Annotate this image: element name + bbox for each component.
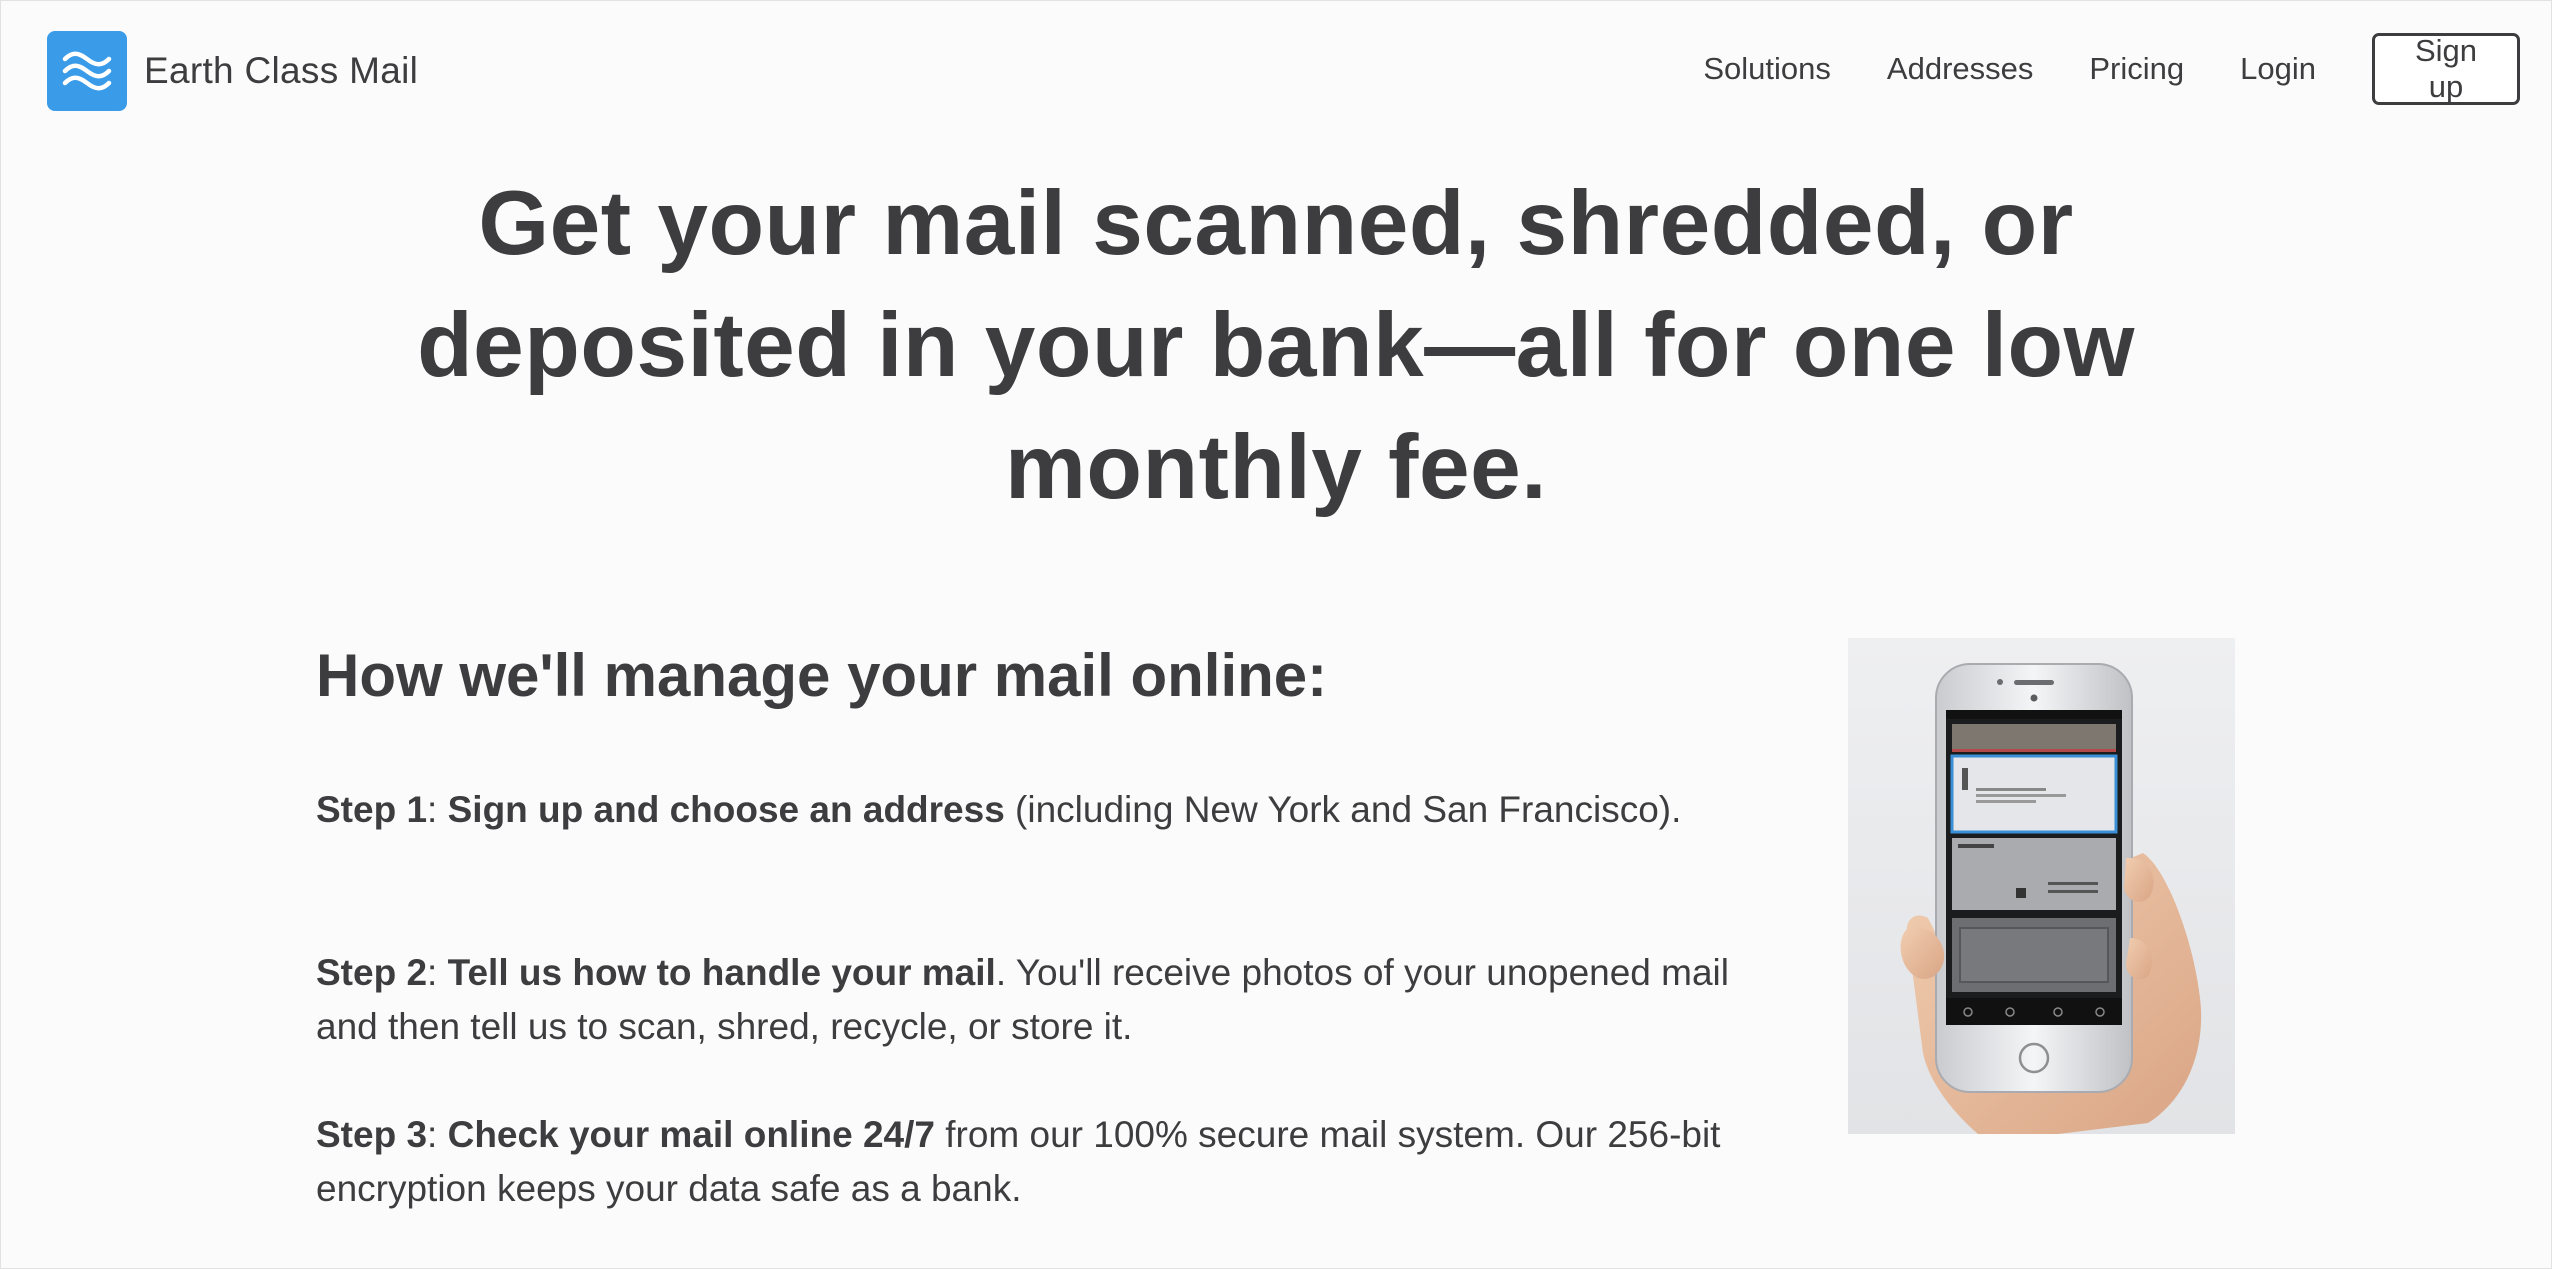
step-2: Step 2: Tell us how to handle your mail.… (316, 952, 1729, 1047)
step-3-label: Step 3 (316, 1114, 428, 1155)
nav-pricing[interactable]: Pricing (2089, 51, 2184, 87)
nav-login[interactable]: Login (2240, 51, 2316, 87)
how-it-works-heading: How we'll manage your mail online: (316, 642, 1328, 709)
phone-in-hand-illustration (1848, 638, 2235, 1134)
nav-addresses[interactable]: Addresses (1887, 51, 2033, 87)
step-3-title: Check your mail online 24/7 (447, 1114, 935, 1155)
nav-solutions[interactable]: Solutions (1703, 51, 1831, 87)
step-2-title: Tell us how to handle your mail (447, 952, 996, 993)
hero-title: Get your mail scanned, shredded, or depo… (417, 173, 2135, 518)
logo-link[interactable]: Earth Class Mail (47, 31, 418, 111)
site-header: Earth Class Mail Solutions Addresses Pri… (0, 0, 2552, 142)
step-1: Step 1: Sign up and choose an address (i… (316, 789, 1682, 830)
brand-name: Earth Class Mail (144, 50, 419, 91)
main-nav: Solutions Addresses Pricing Login Sign u… (1703, 31, 2520, 107)
step-1-text: (including New York and San Francisco). (1004, 789, 1682, 830)
step-1-label: Step 1 (316, 789, 428, 830)
waves-logo-icon (47, 31, 127, 111)
step-3: Step 3: Check your mail online 24/7 from… (316, 1114, 1721, 1209)
step-2-label: Step 2 (316, 952, 428, 993)
step-1-title: Sign up and choose an address (447, 789, 1005, 830)
signup-button[interactable]: Sign up (2372, 33, 2520, 105)
